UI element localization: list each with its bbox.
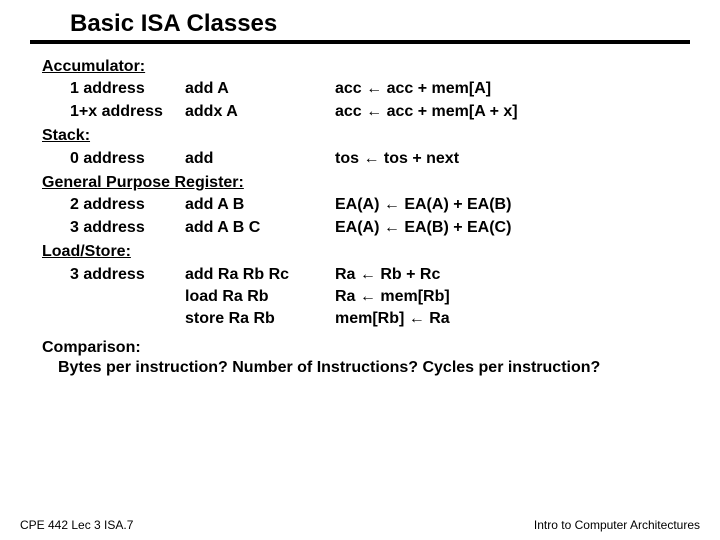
title-bar: Basic ISA Classes <box>30 0 690 44</box>
addr-mode: 2 address <box>70 196 185 214</box>
accumulator-rows: 1 address add A acc ← acc + mem[A] 1+x a… <box>70 80 690 121</box>
semantics: Ra ← Rb + Rc <box>335 266 690 284</box>
instruction: add Ra Rb Rc <box>185 266 335 284</box>
table-row: 1 address add A acc ← acc + mem[A] <box>70 80 690 98</box>
semantics: EA(A) ← EA(B) + EA(C) <box>335 219 690 237</box>
stack-rows: 0 address add tos ← tos + next <box>70 150 690 168</box>
addr-mode: 1 address <box>70 80 185 98</box>
semantics: mem[Rb] ← Ra <box>335 310 690 328</box>
addr-mode <box>70 288 185 306</box>
table-row: load Ra Rb Ra ← mem[Rb] <box>70 288 690 306</box>
semantics: acc ← acc + mem[A] <box>335 80 690 98</box>
footer-left: CPE 442 Lec 3 ISA.7 <box>20 518 133 532</box>
comparison-label: Comparison: <box>42 339 690 357</box>
table-row: 2 address add A B EA(A) ← EA(A) + EA(B) <box>70 196 690 214</box>
instruction: store Ra Rb <box>185 310 335 328</box>
table-row: 3 address add A B C EA(A) ← EA(B) + EA(C… <box>70 219 690 237</box>
semantics: Ra ← mem[Rb] <box>335 288 690 306</box>
instruction: load Ra Rb <box>185 288 335 306</box>
semantics: EA(A) ← EA(A) + EA(B) <box>335 196 690 214</box>
table-row: 3 address add Ra Rb Rc Ra ← Rb + Rc <box>70 266 690 284</box>
footer: CPE 442 Lec 3 ISA.7 Intro to Computer Ar… <box>0 518 720 532</box>
instruction: add A B <box>185 196 335 214</box>
table-row: 0 address add tos ← tos + next <box>70 150 690 168</box>
instruction: addx A <box>185 103 335 121</box>
slide-title: Basic ISA Classes <box>70 10 690 40</box>
table-row: store Ra Rb mem[Rb] ← Ra <box>70 310 690 328</box>
addr-mode: 3 address <box>70 266 185 284</box>
instruction: add <box>185 150 335 168</box>
gpr-rows: 2 address add A B EA(A) ← EA(A) + EA(B) … <box>70 196 690 237</box>
section-gpr: General Purpose Register: <box>42 174 690 192</box>
addr-mode: 0 address <box>70 150 185 168</box>
section-accumulator: Accumulator: <box>42 58 690 76</box>
comparison-text: Bytes per instruction? Number of Instruc… <box>58 359 690 377</box>
semantics: acc ← acc + mem[A + x] <box>335 103 690 121</box>
addr-mode: 1+x address <box>70 103 185 121</box>
instruction: add A B C <box>185 219 335 237</box>
addr-mode <box>70 310 185 328</box>
slide: Basic ISA Classes Accumulator: 1 address… <box>0 0 720 540</box>
section-stack: Stack: <box>42 127 690 145</box>
section-loadstore: Load/Store: <box>42 243 690 261</box>
semantics: tos ← tos + next <box>335 150 690 168</box>
loadstore-rows: 3 address add Ra Rb Rc Ra ← Rb + Rc load… <box>70 266 690 329</box>
table-row: 1+x address addx A acc ← acc + mem[A + x… <box>70 103 690 121</box>
slide-content: Accumulator: 1 address add A acc ← acc +… <box>0 44 720 377</box>
instruction: add A <box>185 80 335 98</box>
addr-mode: 3 address <box>70 219 185 237</box>
footer-right: Intro to Computer Architectures <box>534 518 700 532</box>
